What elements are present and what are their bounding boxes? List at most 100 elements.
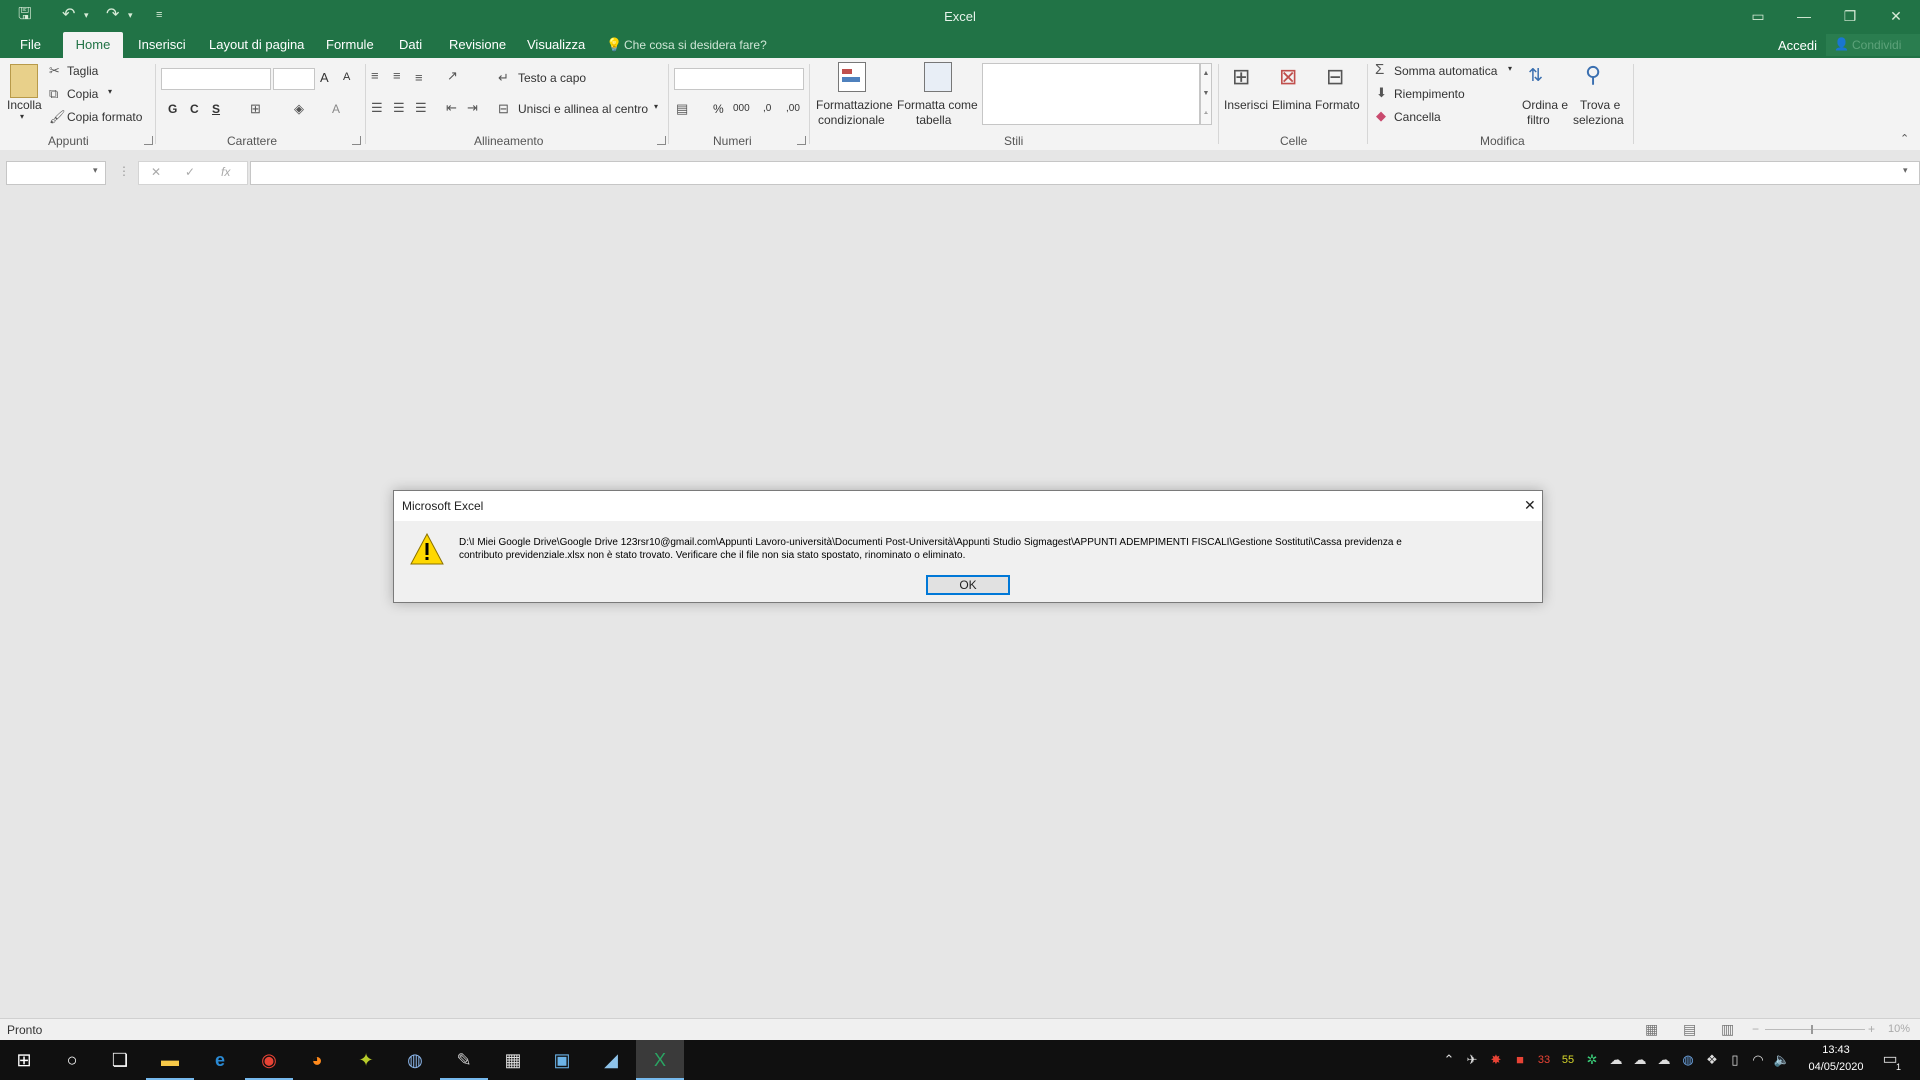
save-icon[interactable]: 🖫	[18, 0, 32, 32]
underline-button[interactable]: S	[212, 102, 220, 116]
dialog-close-icon[interactable]: ✕	[1524, 497, 1536, 514]
ok-button[interactable]: OK	[926, 575, 1010, 595]
tab-data[interactable]: Dati	[387, 32, 434, 58]
tab-formulas[interactable]: Formule	[314, 32, 386, 58]
edge-icon[interactable]: e	[196, 1040, 244, 1080]
copy-button[interactable]: Copia	[67, 87, 98, 101]
app-icon[interactable]: ◍	[391, 1040, 439, 1080]
file-explorer-icon[interactable]: ▬	[146, 1040, 194, 1080]
borders-icon[interactable]: ⊞	[250, 101, 261, 117]
page-break-view-icon[interactable]: ▥	[1721, 1021, 1734, 1038]
tray-app-icon[interactable]: ■	[1510, 1040, 1530, 1080]
undo-icon[interactable]: ↶	[62, 0, 75, 32]
tray-counter-yellow[interactable]: 55	[1558, 1040, 1578, 1080]
volume-icon[interactable]: 🔈	[1772, 1040, 1792, 1080]
format-as-table-button[interactable]: Formatta come	[897, 98, 978, 112]
cloud-icon[interactable]: ☁	[1654, 1040, 1674, 1080]
format-as-table-icon[interactable]	[924, 62, 952, 92]
collapse-ribbon-icon[interactable]: ⌃	[1900, 132, 1909, 145]
tell-me-input[interactable]: Che cosa si desidera fare?	[624, 38, 767, 52]
network-icon[interactable]: ◠	[1748, 1040, 1768, 1080]
clipboard-launcher-icon[interactable]	[144, 136, 153, 145]
bold-button[interactable]: G	[168, 102, 177, 116]
windows-start-icon[interactable]: ⊞	[0, 1040, 48, 1080]
clear-button[interactable]: Cancella	[1394, 110, 1441, 124]
app-icon[interactable]: ◢	[587, 1040, 635, 1080]
format-cells-button[interactable]: Formato	[1315, 98, 1360, 112]
tab-home[interactable]: Home	[63, 32, 123, 58]
search-icon[interactable]: ○	[48, 1040, 96, 1080]
undo-dropdown-icon[interactable]: ▾	[84, 0, 89, 32]
find-select-button[interactable]: Trova e	[1580, 98, 1620, 112]
insert-cells-button[interactable]: Inserisci	[1224, 98, 1268, 112]
autosum-button[interactable]: Somma automatica	[1394, 64, 1497, 78]
tab-insert[interactable]: Inserisci	[126, 32, 198, 58]
format-painter-button[interactable]: Copia formato	[67, 110, 142, 124]
ribbon-display-icon[interactable]: ▭	[1735, 0, 1781, 32]
share-button[interactable]: 👤 Condividi	[1826, 34, 1920, 56]
show-hidden-icons-icon[interactable]: ⌃	[1440, 1040, 1458, 1080]
align-left-icon[interactable]: ☰	[371, 100, 383, 116]
increase-indent-icon[interactable]: ⇥	[467, 100, 478, 116]
font-name-select[interactable]	[161, 68, 271, 90]
cloud-icon[interactable]: ☁	[1630, 1040, 1650, 1080]
align-middle-icon[interactable]: ≡	[393, 68, 401, 84]
tab-page-layout[interactable]: Layout di pagina	[197, 32, 316, 58]
tray-counter-red[interactable]: 33	[1534, 1040, 1554, 1080]
find-select-icon[interactable]: ⚲	[1585, 62, 1601, 88]
zoom-level[interactable]: 10%	[1888, 1023, 1910, 1035]
tray-app-icon[interactable]: ✈	[1462, 1040, 1482, 1080]
tab-review[interactable]: Revisione	[437, 32, 518, 58]
zoom-in-icon[interactable]: +	[1868, 1022, 1875, 1036]
notifications-icon[interactable]: ▭	[1878, 1040, 1902, 1080]
autosum-dropdown-icon[interactable]: ▾	[1508, 64, 1512, 73]
decrease-indent-icon[interactable]: ⇤	[446, 100, 457, 116]
wrap-text-button[interactable]: Testo a capo	[518, 71, 586, 85]
tray-app-icon[interactable]: ❖	[1702, 1040, 1722, 1080]
currency-icon[interactable]: ▤	[676, 101, 688, 117]
tray-app-icon[interactable]: ✲	[1582, 1040, 1602, 1080]
app-icon[interactable]: ▣	[538, 1040, 586, 1080]
redo-icon[interactable]: ↷	[106, 0, 119, 32]
conditional-formatting-icon[interactable]	[838, 62, 866, 92]
delete-cells-icon[interactable]: ⊠	[1279, 64, 1297, 90]
shrink-font-button[interactable]: A	[343, 71, 350, 83]
task-view-icon[interactable]: ❏	[96, 1040, 144, 1080]
chrome-icon[interactable]: ◉	[245, 1040, 293, 1080]
zoom-slider[interactable]	[1765, 1029, 1865, 1030]
restore-icon[interactable]: ❐	[1827, 0, 1873, 32]
align-center-icon[interactable]: ☰	[393, 100, 405, 116]
cloud-icon[interactable]: ☁	[1606, 1040, 1626, 1080]
cut-button[interactable]: Taglia	[67, 64, 98, 78]
enter-formula-icon[interactable]: ✓	[185, 165, 195, 179]
tray-app-icon[interactable]: ◍	[1678, 1040, 1698, 1080]
name-box[interactable]: ▾	[6, 161, 106, 185]
firefox-icon[interactable]: ◕	[293, 1040, 341, 1080]
font-color-button[interactable]: A	[332, 102, 340, 116]
clock-time[interactable]: 13:43	[1796, 1044, 1876, 1056]
close-icon[interactable]: ✕	[1873, 0, 1919, 32]
calculator-icon[interactable]: ▦	[489, 1040, 537, 1080]
alignment-launcher-icon[interactable]	[657, 136, 666, 145]
customize-icon[interactable]: ≡	[156, 0, 162, 32]
name-box-dropdown-icon[interactable]: ▾	[93, 165, 98, 176]
paste-dropdown-icon[interactable]: ▾	[20, 112, 24, 121]
sort-filter-button[interactable]: Ordina e	[1522, 98, 1568, 112]
delete-cells-button[interactable]: Elimina	[1272, 98, 1311, 112]
merge-center-button[interactable]: Unisci e allinea al centro	[518, 102, 648, 116]
clock-date[interactable]: 04/05/2020	[1796, 1061, 1876, 1073]
cancel-formula-icon[interactable]: ✕	[151, 165, 161, 179]
cell-styles-gallery[interactable]	[982, 63, 1200, 125]
conditional-formatting-button[interactable]: Formattazione	[816, 98, 893, 112]
increase-decimal-button[interactable]: ,0	[763, 103, 771, 114]
expand-formula-icon[interactable]: ▾	[1903, 165, 1908, 176]
font-launcher-icon[interactable]	[352, 136, 361, 145]
styles-gallery-scroll[interactable]: ▲ ▼ ⩡	[1200, 63, 1212, 125]
tab-view[interactable]: Visualizza	[515, 32, 597, 58]
font-size-select[interactable]	[273, 68, 315, 90]
decrease-decimal-button[interactable]: ,00	[786, 103, 800, 114]
redo-dropdown-icon[interactable]: ▾	[128, 0, 133, 32]
insert-cells-icon[interactable]: ⊞	[1232, 64, 1250, 90]
app-icon[interactable]: ✎	[440, 1040, 488, 1080]
number-format-select[interactable]	[674, 68, 804, 90]
